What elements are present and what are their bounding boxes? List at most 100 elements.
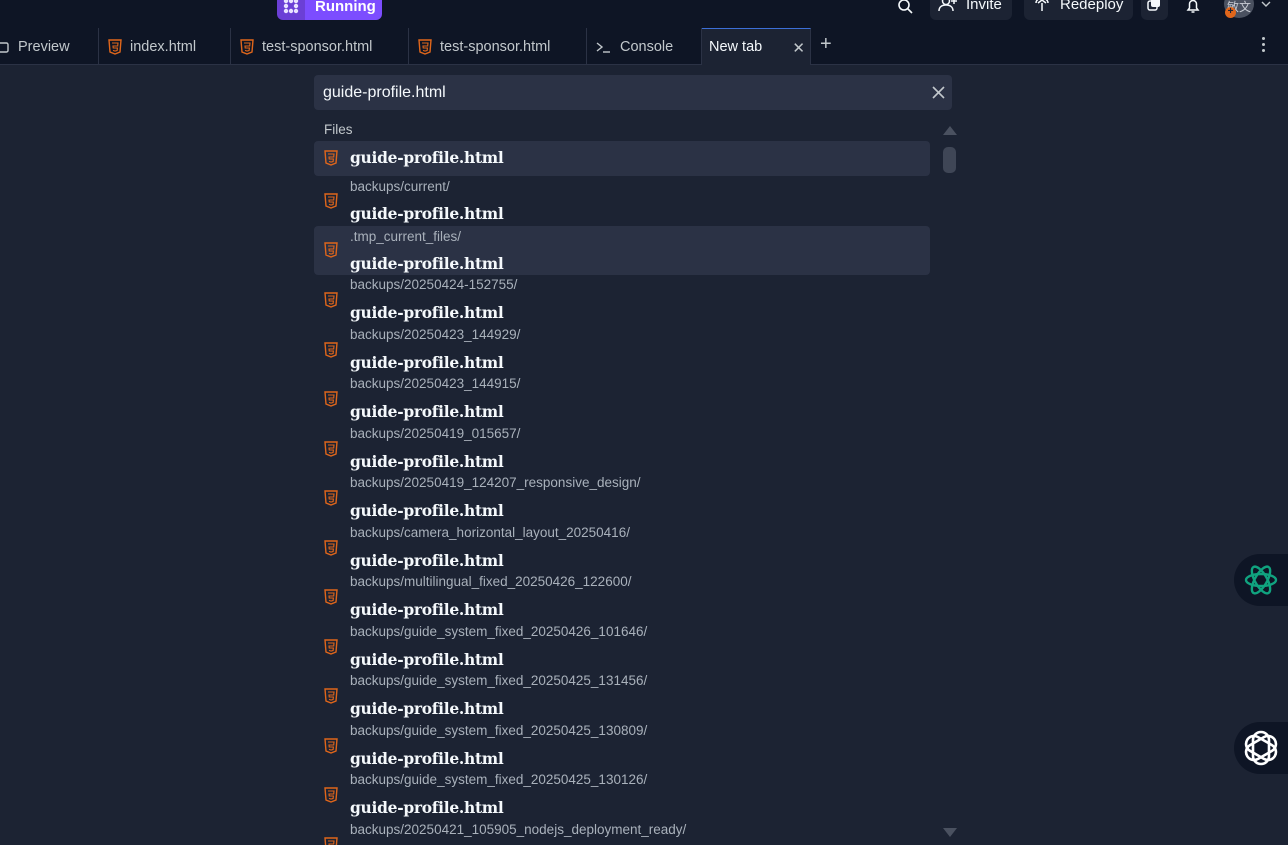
tab-bar: Preview index.html test-sponsor.html tes…	[0, 28, 1288, 65]
html5-icon	[324, 589, 338, 605]
result-row[interactable]: backups/camera_horizontal_layout_2025041…	[314, 523, 930, 572]
result-path: .tmp_current_files/	[350, 229, 462, 244]
result-file-name: guide-profile.html	[350, 254, 504, 273]
result-path: backups/20250424-152755/	[350, 277, 518, 292]
result-row[interactable]: backups/guide_system_fixed_20250425_1301…	[314, 770, 930, 820]
scroll-down-arrow[interactable]	[943, 828, 957, 837]
tab-console[interactable]: Console	[587, 28, 702, 65]
chatgpt-button[interactable]	[1234, 722, 1288, 774]
result-row[interactable]: backups/multilingual_fixed_20250426_1226…	[314, 572, 930, 622]
result-path: backups/20250423_144915/	[350, 376, 521, 391]
close-icon[interactable]: ✕	[792, 39, 805, 57]
html5-icon	[324, 540, 338, 556]
result-file-name: guide-profile.html	[350, 798, 504, 817]
html5-icon	[324, 242, 338, 258]
tab-test-sponsor-html[interactable]: test-sponsor.html	[231, 28, 409, 65]
tab-index-html[interactable]: index.html	[99, 28, 231, 65]
result-file-name: guide-profile.html	[350, 452, 504, 471]
result-file-name: guide-profile.html	[350, 204, 504, 223]
html5-icon	[324, 150, 338, 166]
result-path: backups/20250421_105905_nodejs_deploymen…	[350, 822, 687, 837]
openai-icon	[1244, 730, 1278, 766]
running-button[interactable]: Running	[305, 0, 382, 20]
html5-icon	[108, 38, 122, 55]
result-path: backups/20250423_144929/	[350, 327, 521, 342]
invite-button[interactable]: Invite	[930, 0, 1012, 20]
scroll-up-arrow[interactable]	[943, 126, 957, 135]
tab-label: Console	[620, 38, 674, 55]
more-options-icon[interactable]	[1259, 37, 1267, 57]
extensions-button[interactable]	[1141, 0, 1168, 20]
result-file-name: guide-profile.html	[350, 148, 504, 167]
bell-icon[interactable]	[1183, 0, 1203, 16]
tab-label: test-sponsor.html	[262, 38, 373, 55]
tab-label: index.html	[130, 38, 197, 55]
copy-icon	[1147, 0, 1160, 11]
result-path: backups/20250419_124207_responsive_desig…	[350, 475, 641, 490]
redeploy-button[interactable]: Redeploy	[1024, 0, 1134, 20]
scrollbar-thumb[interactable]	[943, 147, 956, 173]
result-path: backups/camera_horizontal_layout_2025041…	[350, 525, 630, 540]
result-row[interactable]: backups/current/ guide-profile.html	[314, 178, 930, 226]
search-icon[interactable]	[895, 0, 915, 16]
result-path: backups/multilingual_fixed_20250426_1226…	[350, 574, 632, 589]
tab-new-tab[interactable]: New tab ✕	[702, 28, 811, 65]
result-row[interactable]: backups/20250419_015657/ guide-profile.h…	[314, 424, 930, 473]
preview-icon	[0, 41, 9, 53]
deploy-icon	[1035, 0, 1049, 11]
result-path: backups/guide_system_fixed_20250426_1016…	[350, 624, 648, 639]
redeploy-label: Redeploy	[1060, 0, 1124, 13]
add-user-icon	[938, 0, 957, 12]
clear-search-icon[interactable]	[930, 84, 947, 101]
html5-icon	[418, 38, 432, 55]
search-results-list: guide-profile.html backups/current/ guid…	[314, 141, 930, 845]
search-input[interactable]	[314, 75, 914, 110]
tab-label: test-sponsor.html	[440, 38, 551, 55]
invite-label: Invite	[966, 0, 1002, 13]
tab-preview[interactable]: Preview	[0, 28, 99, 65]
result-row[interactable]: backups/guide_system_fixed_20250426_1016…	[314, 622, 930, 671]
avatar-badge: +	[1225, 7, 1236, 18]
html5-icon	[324, 738, 338, 754]
html5-icon	[324, 292, 338, 308]
result-row[interactable]: backups/20250419_124207_responsive_desig…	[314, 473, 930, 523]
result-row[interactable]: backups/20250424-152755/ guide-profile.h…	[314, 275, 930, 325]
result-path: backups/guide_system_fixed_20250425_1301…	[350, 772, 648, 787]
result-row[interactable]: backups/guide_system_fixed_20250425_1308…	[314, 721, 930, 770]
result-path: backups/current/	[350, 179, 450, 194]
html5-icon	[324, 342, 338, 358]
html5-icon	[324, 787, 338, 803]
result-file-name: guide-profile.html	[350, 303, 504, 322]
result-row[interactable]: guide-profile.html	[314, 141, 930, 176]
result-path: backups/20250419_015657/	[350, 426, 521, 441]
html5-icon	[324, 193, 338, 209]
html5-icon	[324, 441, 338, 457]
result-file-name: guide-profile.html	[350, 353, 504, 372]
result-row[interactable]: backups/20250423_144915/ guide-profile.h…	[314, 374, 930, 424]
result-file-name: guide-profile.html	[350, 699, 504, 718]
tab-test-sponsor-html-2[interactable]: test-sponsor.html	[409, 28, 587, 65]
new-tab-plus-icon[interactable]: +	[820, 33, 832, 56]
result-row[interactable]: .tmp_current_files/ guide-profile.html	[314, 226, 930, 275]
result-file-name: guide-profile.html	[350, 749, 504, 768]
html5-icon	[324, 639, 338, 655]
result-row[interactable]: backups/20250421_105905_nodejs_deploymen…	[314, 820, 930, 845]
html5-icon	[324, 391, 338, 407]
result-row[interactable]: backups/20250423_144929/ guide-profile.h…	[314, 325, 930, 374]
file-search-box	[314, 75, 952, 110]
result-row[interactable]: backups/guide_system_fixed_20250425_1314…	[314, 671, 930, 721]
chevron-down-icon[interactable]	[1256, 0, 1276, 14]
files-section-label: Files	[324, 122, 353, 137]
html5-icon	[324, 490, 338, 506]
html5-icon	[324, 688, 338, 704]
result-path: backups/guide_system_fixed_20250425_1308…	[350, 723, 648, 738]
tab-label: Preview	[18, 38, 70, 55]
html5-icon	[324, 837, 338, 845]
result-path: backups/guide_system_fixed_20250425_1314…	[350, 673, 648, 688]
result-file-name: guide-profile.html	[350, 551, 504, 570]
result-file-name: guide-profile.html	[350, 650, 504, 669]
html5-icon	[240, 38, 254, 55]
run-icon[interactable]	[277, 0, 305, 20]
ai-assistant-icon	[1244, 565, 1278, 595]
ai-assistant-button[interactable]	[1234, 554, 1288, 606]
